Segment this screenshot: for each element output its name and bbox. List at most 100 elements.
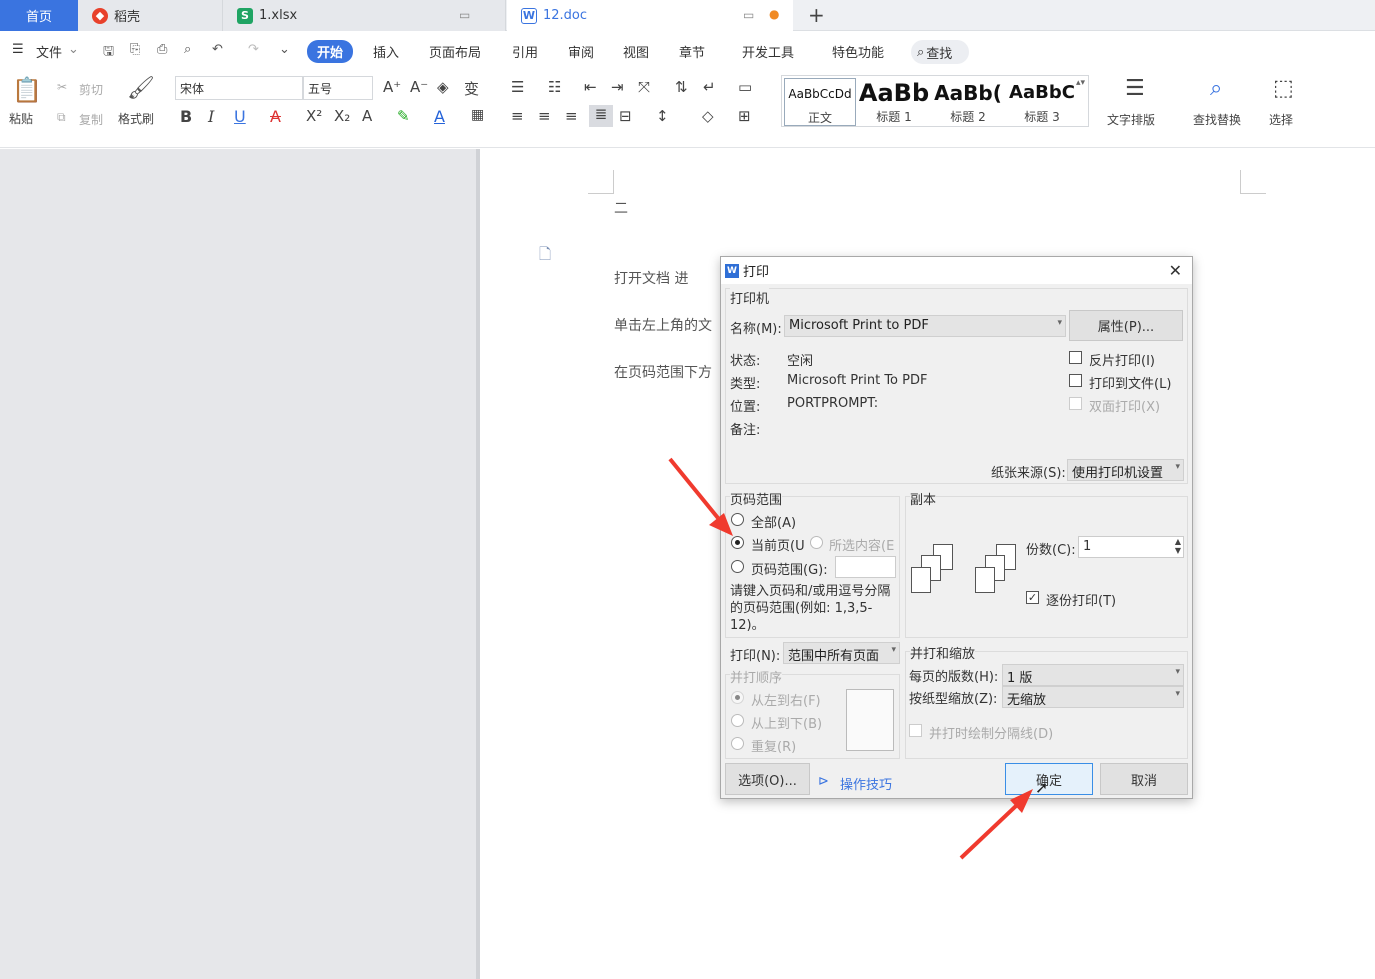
style-heading1[interactable]: AaBb 标题 1	[858, 78, 930, 126]
text-layout-label[interactable]: 文字排版	[1107, 111, 1155, 128]
borders-icon[interactable]: ⊞	[738, 107, 751, 125]
cut-icon[interactable]: ✂	[57, 80, 67, 94]
tips-link[interactable]: 操作技巧	[840, 774, 892, 793]
clear-format-icon[interactable]: ◈	[437, 78, 449, 96]
options-button[interactable]: 选项(O)...	[725, 763, 810, 795]
phonetic-icon[interactable]: 变	[464, 78, 479, 99]
menu-reference[interactable]: 引用	[512, 42, 538, 61]
paste-icon[interactable]: 📋	[12, 76, 42, 104]
select-icon[interactable]: ⬚	[1273, 76, 1294, 101]
reverse-print-label[interactable]: 反片打印(I)	[1089, 350, 1155, 369]
format-painter-icon[interactable]: 🖌	[127, 76, 155, 101]
font-name-select[interactable]: 宋体	[175, 76, 303, 100]
menu-section[interactable]: 章节	[679, 42, 705, 61]
distributed-icon[interactable]: ⊟	[619, 107, 632, 125]
order-tb-label[interactable]: 从上到下(B)	[751, 713, 822, 732]
align-left-icon[interactable]: ≡	[511, 107, 524, 125]
font-size-select[interactable]: 五号	[303, 76, 373, 100]
find-replace-icon[interactable]: ⌕	[1210, 76, 1222, 101]
char-border-icon[interactable]: ▦	[471, 107, 484, 123]
tab-stop-icon[interactable]: ▭	[738, 78, 752, 96]
print-to-file-label[interactable]: 打印到文件(L)	[1089, 373, 1171, 392]
range-current-radio[interactable]	[731, 536, 744, 549]
shading-icon[interactable]: ◇	[702, 107, 714, 125]
highlight-icon[interactable]: ✎	[397, 107, 410, 125]
italic-icon[interactable]: I	[208, 107, 214, 126]
style-normal[interactable]: AaBbCcDd 正文	[784, 78, 856, 126]
printer-name-select[interactable]: Microsoft Print to PDF	[784, 315, 1066, 337]
copy-icon[interactable]: ⧉	[57, 110, 66, 125]
menu-layout[interactable]: 页面布局	[429, 42, 481, 61]
numbering-icon[interactable]: ☷	[548, 78, 561, 96]
line-spacing-icon[interactable]: ↕	[656, 107, 669, 125]
scale-select[interactable]: 无缩放	[1002, 686, 1184, 708]
paper-source-select[interactable]: 使用打印机设置	[1067, 459, 1184, 481]
chevron-down-icon[interactable]: ⌄	[68, 42, 79, 57]
pin-icon[interactable]: ▭	[459, 8, 470, 22]
range-pages-label[interactable]: 页码范围(G):	[751, 559, 828, 578]
style-heading3[interactable]: AaBbC 标题 3	[1006, 78, 1078, 126]
tab-home[interactable]: 首页	[0, 0, 78, 31]
duplex-checkbox[interactable]	[1069, 397, 1082, 410]
print-to-file-checkbox[interactable]	[1069, 374, 1082, 387]
grow-font-icon[interactable]: A⁺	[383, 78, 401, 96]
hamburger-icon[interactable]: ☰	[12, 42, 24, 57]
order-lr-radio[interactable]	[731, 691, 744, 704]
sort-icon[interactable]: ⇅	[675, 78, 688, 96]
menu-review[interactable]: 审阅	[568, 42, 594, 61]
bold-icon[interactable]: B	[180, 107, 192, 126]
style-heading2[interactable]: AaBb( 标题 2	[932, 78, 1004, 126]
close-icon[interactable]: ✕	[1169, 261, 1182, 280]
document-icon[interactable]: 🗋	[539, 244, 551, 269]
align-right-icon[interactable]: ≡	[565, 107, 578, 125]
outdent-icon[interactable]: ⇤	[584, 78, 597, 96]
text-direction-icon[interactable]: ⤧	[638, 78, 650, 96]
menu-special[interactable]: 特色功能	[832, 42, 884, 61]
justify-icon[interactable]: ≣	[589, 105, 613, 127]
copy-label[interactable]: 复制	[79, 111, 103, 128]
ok-button[interactable]: 确定	[1005, 763, 1093, 795]
collate-label[interactable]: 逐份打印(T)	[1046, 590, 1116, 609]
gallery-scroll-icon[interactable]: ▴▾	[1076, 78, 1085, 88]
order-tb-radio[interactable]	[731, 714, 744, 727]
menu-start[interactable]: 开始	[307, 40, 354, 63]
range-selection-label[interactable]: 所选内容(E	[829, 535, 897, 554]
shrink-font-icon[interactable]: A⁻	[410, 78, 428, 96]
draw-borders-checkbox[interactable]	[909, 724, 922, 737]
properties-button[interactable]: 属性(P)...	[1069, 310, 1183, 341]
print-icon[interactable]: ⎙	[157, 42, 167, 57]
strikethrough-icon[interactable]: A	[270, 107, 281, 126]
format-painter-label[interactable]: 格式刷	[118, 110, 154, 127]
print-what-select[interactable]: 范围中所有页面	[783, 642, 900, 664]
doc-line[interactable]: 二	[614, 198, 628, 218]
cut-label[interactable]: 剪切	[79, 81, 103, 98]
doc-line[interactable]: 打开文档 进	[614, 268, 688, 288]
search-button[interactable]: ⌕ 查找	[911, 40, 969, 64]
print-preview-icon[interactable]: ⌕	[184, 42, 191, 57]
customize-toolbar-icon[interactable]: ⌄	[279, 42, 290, 57]
text-effect-icon[interactable]: A	[362, 107, 372, 125]
pages-per-sheet-select[interactable]: 1 版	[1002, 664, 1184, 686]
undo-icon[interactable]: ↶	[212, 42, 223, 57]
tab-xlsx[interactable]: S 1.xlsx ▭	[223, 0, 506, 31]
range-pages-radio[interactable]	[731, 560, 744, 573]
menu-view[interactable]: 视图	[623, 42, 649, 61]
pin-icon[interactable]: ▭	[743, 8, 754, 22]
collate-checkbox[interactable]: ✓	[1026, 591, 1039, 604]
duplex-label[interactable]: 双面打印(X)	[1089, 396, 1160, 415]
font-color-icon[interactable]: A	[434, 107, 445, 126]
range-selection-radio[interactable]	[810, 536, 823, 549]
page-range-input[interactable]	[835, 556, 896, 578]
cancel-button[interactable]: 取消	[1100, 763, 1188, 795]
menu-developer[interactable]: 开发工具	[742, 42, 794, 61]
align-center-icon[interactable]: ≡	[538, 107, 551, 125]
superscript-icon[interactable]: X²	[306, 107, 322, 125]
subscript-icon[interactable]: X₂	[334, 107, 350, 125]
range-current-label[interactable]: 当前页(U	[751, 535, 805, 554]
find-replace-label[interactable]: 查找替换	[1193, 111, 1241, 128]
redo-icon[interactable]: ↷	[248, 42, 259, 57]
export-icon[interactable]: ⎘	[130, 42, 140, 57]
select-label[interactable]: 选择	[1269, 111, 1293, 128]
tab-daoke[interactable]: ◆ 稻壳	[78, 0, 223, 31]
dialog-title-bar[interactable]: W 打印 ✕	[721, 257, 1192, 284]
